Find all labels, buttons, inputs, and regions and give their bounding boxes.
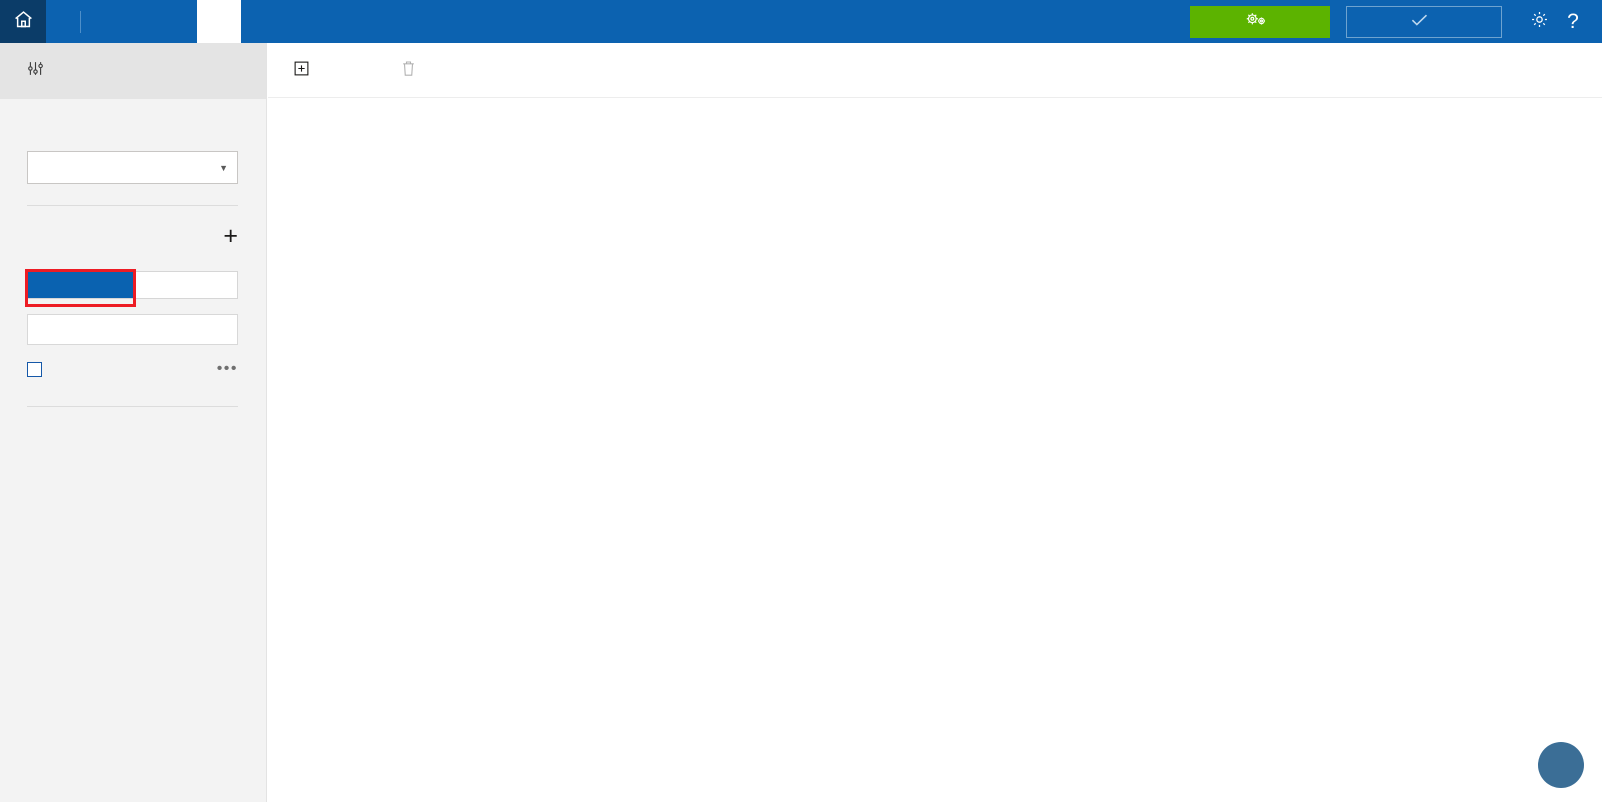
settings-button[interactable] bbox=[1522, 5, 1556, 39]
tag-list-item-cup[interactable]: ••• bbox=[27, 357, 238, 381]
filter-untagged-button[interactable] bbox=[133, 272, 238, 298]
iteration-dropdown[interactable]: ▼ bbox=[27, 151, 238, 184]
home-button[interactable] bbox=[0, 0, 46, 43]
tab-training-images[interactable] bbox=[197, 0, 241, 43]
sidebar-divider bbox=[27, 205, 238, 206]
header-tabs bbox=[197, 0, 1190, 43]
chevron-down-icon: ▼ bbox=[219, 162, 228, 173]
delete-button[interactable] bbox=[401, 60, 445, 81]
gear-icon bbox=[1530, 10, 1549, 34]
tab-performance[interactable] bbox=[241, 0, 285, 43]
search-input[interactable] bbox=[41, 320, 237, 339]
content-toolbar bbox=[268, 43, 1602, 98]
help-button[interactable]: ? bbox=[1556, 5, 1590, 39]
main-content bbox=[268, 43, 1602, 802]
plus-icon[interactable]: + bbox=[223, 224, 238, 249]
top-header: ? bbox=[0, 0, 1602, 43]
help-fab-button[interactable] bbox=[1538, 742, 1584, 788]
question-mark-icon: ? bbox=[1567, 9, 1579, 33]
tag-search-box[interactable] bbox=[27, 314, 238, 345]
header-divider bbox=[80, 10, 81, 33]
tags-header: + bbox=[27, 224, 238, 249]
checkmark-icon bbox=[1411, 13, 1428, 31]
trash-icon bbox=[401, 60, 416, 81]
train-button[interactable] bbox=[1190, 5, 1330, 38]
brand-name[interactable] bbox=[46, 0, 64, 43]
header-actions: ? bbox=[1190, 0, 1602, 43]
sliders-icon bbox=[27, 60, 44, 82]
refine-button[interactable] bbox=[0, 43, 266, 99]
home-icon bbox=[13, 9, 34, 35]
tag-list-divider bbox=[27, 406, 238, 407]
left-sidebar: ▼ + ••• bbox=[0, 43, 267, 802]
tag-filter-group bbox=[27, 271, 238, 299]
filter-tagged-button[interactable] bbox=[28, 272, 133, 298]
quick-test-button[interactable] bbox=[1346, 5, 1502, 38]
gears-icon bbox=[1245, 11, 1267, 32]
tag-filter-toggle bbox=[25, 269, 240, 307]
tag-checkbox[interactable] bbox=[27, 361, 42, 377]
add-images-button[interactable] bbox=[293, 60, 339, 81]
ellipsis-icon[interactable]: ••• bbox=[217, 361, 238, 377]
add-image-icon bbox=[293, 60, 310, 81]
tab-predictions[interactable] bbox=[285, 0, 329, 43]
